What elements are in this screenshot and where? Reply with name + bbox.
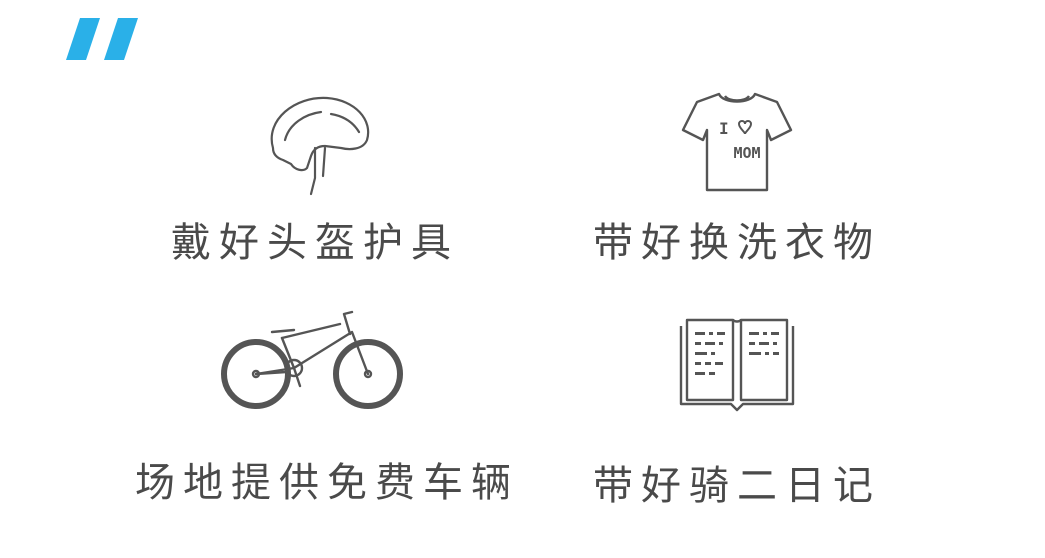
svg-text:I: I <box>719 119 729 138</box>
item-tshirt: I MOM 带好换洗衣物 <box>557 90 917 270</box>
item-label: 带好骑二日记 <box>593 463 881 509</box>
tshirt-icon: I MOM <box>681 92 793 192</box>
item-label: 戴好头盔护具 <box>171 220 459 266</box>
helmet-icon <box>270 96 370 196</box>
open-book-icon <box>679 318 795 412</box>
item-label: 带好换洗衣物 <box>593 220 881 266</box>
item-bike: 场地提供免费车辆 <box>135 310 519 510</box>
item-label: 场地提供免费车辆 <box>135 460 519 506</box>
svg-text:MOM: MOM <box>733 144 760 162</box>
bicycle-icon <box>221 310 403 409</box>
item-helmet: 戴好头盔护具 <box>135 90 495 270</box>
quote-mark-icon <box>66 18 138 60</box>
item-diary: 带好骑二日记 <box>557 310 917 510</box>
